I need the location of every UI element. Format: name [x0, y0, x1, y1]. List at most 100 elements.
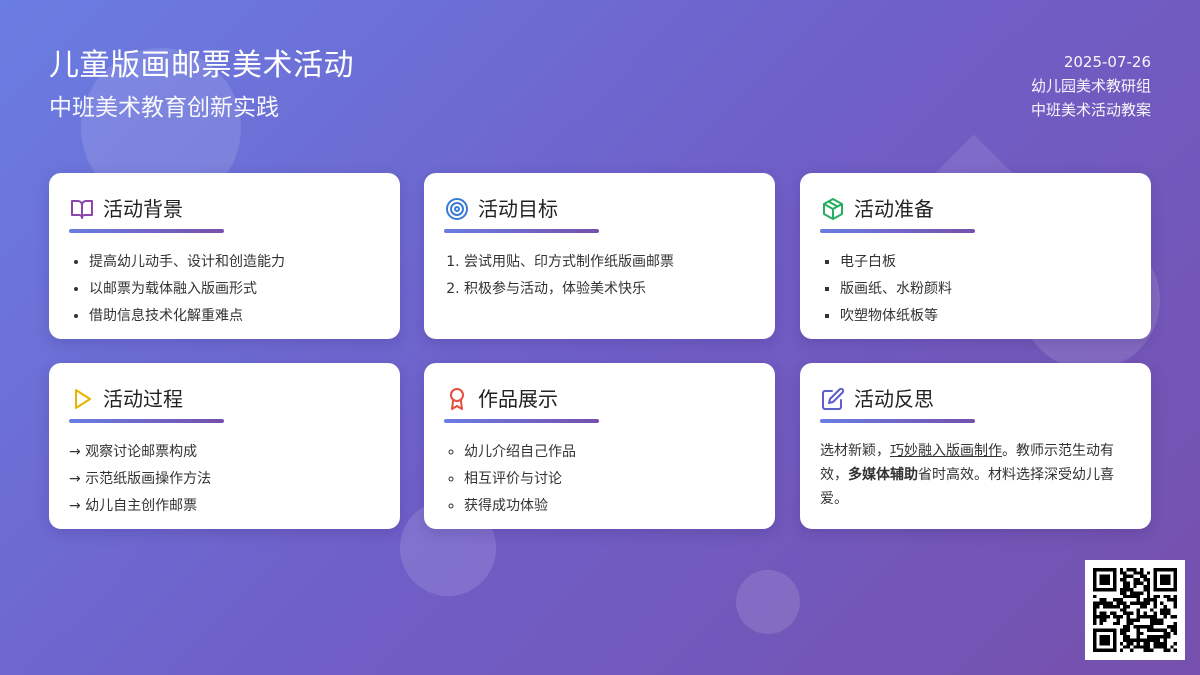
qr-module [1150, 635, 1154, 639]
qr-module [1136, 594, 1141, 599]
qr-module [1173, 571, 1177, 575]
qr-module [1153, 645, 1157, 649]
qr-module [1140, 604, 1144, 609]
qr-module [1133, 638, 1137, 642]
qr-module [1146, 645, 1151, 649]
qr-module [1129, 618, 1134, 622]
qr-module [1113, 584, 1117, 589]
qr-module [1123, 611, 1127, 616]
qr-module [1116, 621, 1120, 626]
card-reflection: 活动反思 选材新颖，巧妙融入版画制作。教师示范生动有效，多媒体辅助省时高效。材料… [800, 363, 1151, 529]
qr-module [1106, 604, 1110, 609]
qr-module [1099, 568, 1104, 572]
qr-module [1166, 588, 1171, 592]
list-item: 版画纸、水粉颜料 [840, 276, 1131, 303]
qr-module [1106, 628, 1110, 632]
qr-module [1093, 574, 1097, 579]
header-date: 2025-07-26 [1063, 53, 1151, 71]
qr-module [1113, 604, 1117, 609]
qr-module [1150, 598, 1154, 602]
qr-module [1166, 578, 1171, 582]
qr-module [1156, 645, 1161, 649]
qr-module [1146, 588, 1151, 592]
qr-module [1140, 631, 1144, 636]
qr-module [1166, 598, 1171, 602]
qr-module [1129, 638, 1134, 642]
qr-module [1163, 638, 1167, 642]
play-icon [69, 386, 95, 412]
qr-module [1163, 615, 1167, 619]
qr-module [1123, 628, 1127, 632]
list-item: 积极参与活动，体验美术快乐 [464, 276, 755, 303]
qr-module [1099, 601, 1104, 605]
qr-module [1119, 591, 1124, 595]
qr-module [1123, 578, 1127, 582]
qr-module [1133, 591, 1137, 595]
header-meta: 2025-07-26 幼儿园美术教研组 中班美术活动教案 [1031, 50, 1151, 122]
list-item: 尝试用贴、印方式制作纸版画邮票 [464, 249, 755, 276]
reflection-highlight: 巧妙融入版画制作 [890, 443, 1002, 459]
qr-module [1093, 628, 1097, 632]
qr-module [1099, 628, 1104, 632]
qr-module [1109, 588, 1114, 592]
qr-module [1099, 648, 1104, 652]
qr-module [1123, 581, 1127, 585]
qr-module [1163, 608, 1167, 612]
qr-module [1093, 588, 1097, 592]
qr-module [1166, 635, 1171, 639]
qr-module [1136, 598, 1141, 602]
qr-module [1163, 641, 1167, 646]
qr-module [1136, 608, 1141, 612]
qr-module [1093, 584, 1097, 589]
qr-module [1173, 631, 1177, 636]
qr-module [1150, 638, 1154, 642]
qr-module [1119, 641, 1124, 646]
qr-module [1163, 635, 1167, 639]
qr-module [1160, 628, 1164, 632]
qr-module [1140, 574, 1144, 579]
qr-module [1106, 581, 1110, 585]
decor-circle [736, 570, 800, 634]
qr-module [1146, 615, 1151, 619]
card-list: 幼儿介绍自己作品 相互评价与讨论 获得成功体验 [444, 439, 755, 520]
qr-module [1126, 574, 1130, 579]
qr-module [1123, 625, 1127, 629]
card-header: 活动反思 [820, 385, 1131, 413]
qr-module [1093, 631, 1097, 636]
qr-module [1093, 611, 1097, 616]
qr-module [1146, 635, 1151, 639]
qr-module [1099, 598, 1104, 602]
list-item: 提高幼儿动手、设计和创造能力 [89, 249, 380, 276]
qr-module [1103, 578, 1107, 582]
qr-module [1163, 628, 1167, 632]
qr-module [1123, 608, 1127, 612]
qr-module [1099, 641, 1104, 646]
qr-module [1113, 598, 1117, 602]
qr-module [1136, 591, 1141, 595]
qr-module [1153, 601, 1157, 605]
qr-module [1126, 641, 1130, 646]
qr-module [1103, 638, 1107, 642]
qr-module [1166, 648, 1171, 652]
card-list: 提高幼儿动手、设计和创造能力 以邮票为载体融入版画形式 借助信息技术化解重难点 [69, 249, 380, 330]
qr-module [1126, 635, 1130, 639]
qr-module [1119, 648, 1124, 652]
qr-module [1146, 578, 1151, 582]
qr-module [1150, 648, 1154, 652]
qr-module [1123, 588, 1127, 592]
qr-module [1113, 588, 1117, 592]
qr-module [1113, 645, 1117, 649]
qr-module [1173, 594, 1177, 599]
qr-module [1153, 618, 1157, 622]
qr-module [1109, 628, 1114, 632]
qr-module [1160, 618, 1164, 622]
qr-module [1143, 625, 1147, 629]
qr-module [1166, 625, 1171, 629]
qr-module [1099, 635, 1104, 639]
qr-module [1153, 584, 1157, 589]
qr-module [1126, 588, 1130, 592]
qr-module [1119, 588, 1124, 592]
qr-module [1170, 598, 1174, 602]
qr-module [1129, 591, 1134, 595]
list-item: 电子白板 [840, 249, 1131, 276]
